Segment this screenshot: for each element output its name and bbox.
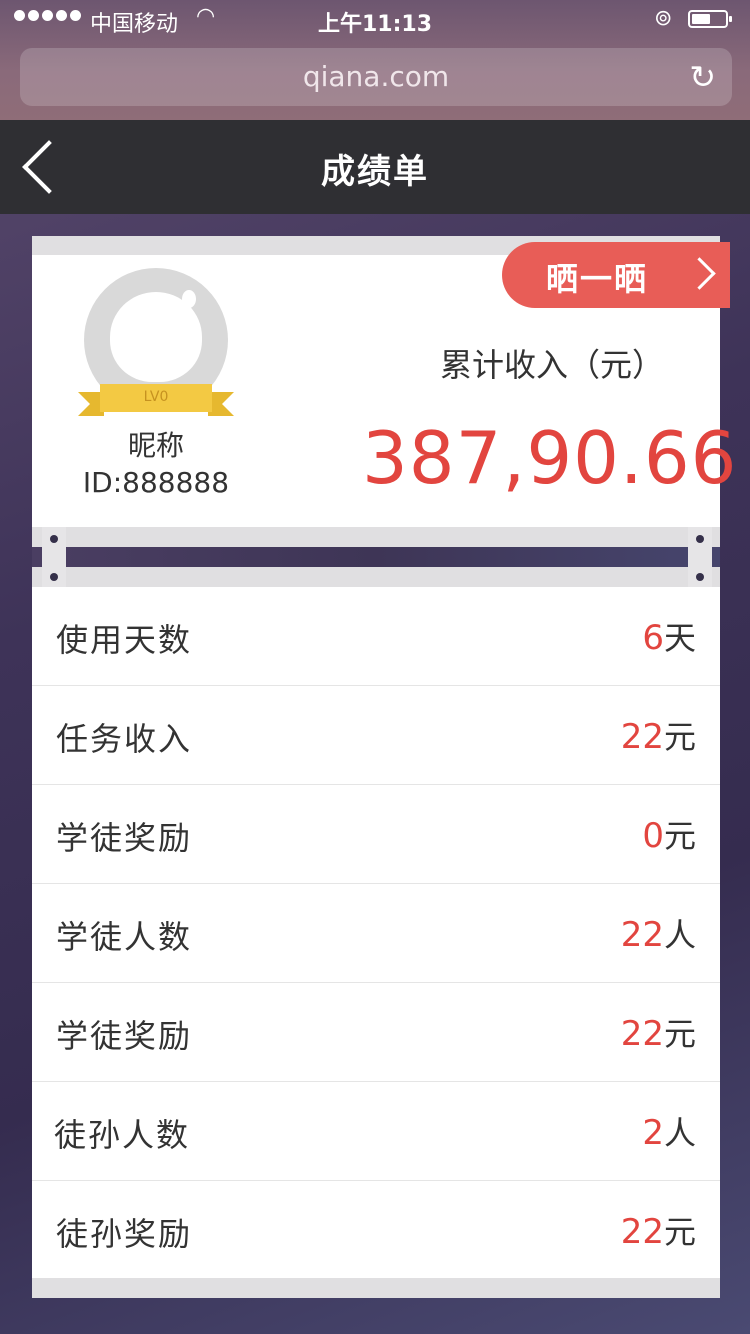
stat-row-apprentice-reward-2: 学徒奖励 22元 (32, 983, 720, 1082)
browser-chrome: 中国移动 ◠ 上午11:13 ⊚ qiana.com ↻ (0, 0, 750, 120)
total-income-label: 累计收入（元） (440, 346, 665, 384)
rivet-dot (696, 535, 704, 543)
rivet-dot (50, 535, 58, 543)
stat-unit: 元 (663, 817, 696, 855)
stat-number: 6 (642, 618, 664, 658)
nav-bar: 成绩单 (0, 120, 750, 214)
chevron-right-icon (683, 257, 716, 290)
rivet-dot (696, 573, 704, 581)
stat-number: 22 (620, 1212, 664, 1252)
status-bar: 中国移动 ◠ 上午11:13 ⊚ (0, 0, 750, 40)
stat-number: 22 (620, 915, 664, 955)
refresh-icon[interactable]: ↻ (689, 58, 716, 96)
avatar-hair-icon (182, 290, 196, 308)
rivet-dot (50, 573, 58, 581)
stat-number: 22 (620, 717, 664, 757)
stat-row-apprentice-count: 学徒人数 22人 (32, 884, 720, 983)
connector-strip-bottom (32, 567, 720, 587)
stat-unit: 元 (663, 1213, 696, 1251)
rotation-lock-icon: ⊚ (654, 6, 673, 31)
stat-unit: 人 (663, 916, 696, 954)
stat-value: 22元 (621, 712, 696, 758)
stat-unit: 元 (663, 1015, 696, 1053)
stat-value: 6天 (642, 613, 696, 659)
stat-row-apprentice-reward: 学徒奖励 0元 (32, 785, 720, 884)
stat-value: 22元 (621, 1207, 696, 1253)
stat-number: 0 (642, 816, 664, 856)
stat-value: 22元 (621, 1009, 696, 1055)
card-bottom-strip (32, 1278, 720, 1298)
stat-row-task-income: 任务收入 22元 (32, 686, 720, 785)
nickname: 昵称 (127, 429, 184, 462)
stat-label: 学徒奖励 (56, 819, 193, 857)
user-id: ID:888888 (82, 466, 230, 499)
level-ribbon: LV0 (78, 384, 234, 416)
url-bar[interactable]: qiana.com ↻ (20, 48, 732, 106)
stat-value: 22人 (621, 910, 696, 956)
stat-number: 22 (620, 1014, 664, 1054)
total-income-value: 387,90.66 (362, 416, 738, 500)
stat-label: 学徒人数 (56, 918, 193, 956)
stats-list: 使用天数 6天 任务收入 22元 学徒奖励 0元 学徒人数 22人 学徒奖励 2… (32, 587, 720, 1279)
status-clock: 上午11:13 (317, 12, 433, 37)
stat-row-grand-apprentice-count: 徒孙人数 2人 (32, 1082, 720, 1181)
stat-label: 徒孙奖励 (56, 1215, 193, 1253)
share-button-label: 晒一晒 (546, 260, 649, 298)
stat-label: 徒孙人数 (54, 1116, 191, 1154)
stat-unit: 天 (663, 619, 696, 657)
stat-unit: 人 (663, 1114, 696, 1152)
stat-value: 0元 (642, 811, 696, 857)
stat-row-grand-apprentice-reward: 徒孙奖励 22元 (32, 1181, 720, 1279)
stat-row-usage-days: 使用天数 6天 (32, 587, 720, 686)
share-button[interactable]: 晒一晒 (502, 242, 730, 308)
page-title: 成绩单 (321, 152, 429, 192)
connector-gap (32, 547, 720, 567)
level-badge: LV0 (143, 389, 169, 405)
stat-value: 2人 (642, 1108, 696, 1154)
stat-label: 任务收入 (56, 720, 193, 758)
connector-strip-top (32, 527, 720, 547)
stat-unit: 元 (663, 718, 696, 756)
stat-label: 使用天数 (56, 621, 193, 659)
card-connector (32, 527, 720, 587)
stat-label: 学徒奖励 (56, 1017, 193, 1055)
stat-number: 2 (642, 1113, 664, 1153)
battery-icon (688, 10, 732, 28)
url-text: qiana.com (302, 60, 450, 93)
